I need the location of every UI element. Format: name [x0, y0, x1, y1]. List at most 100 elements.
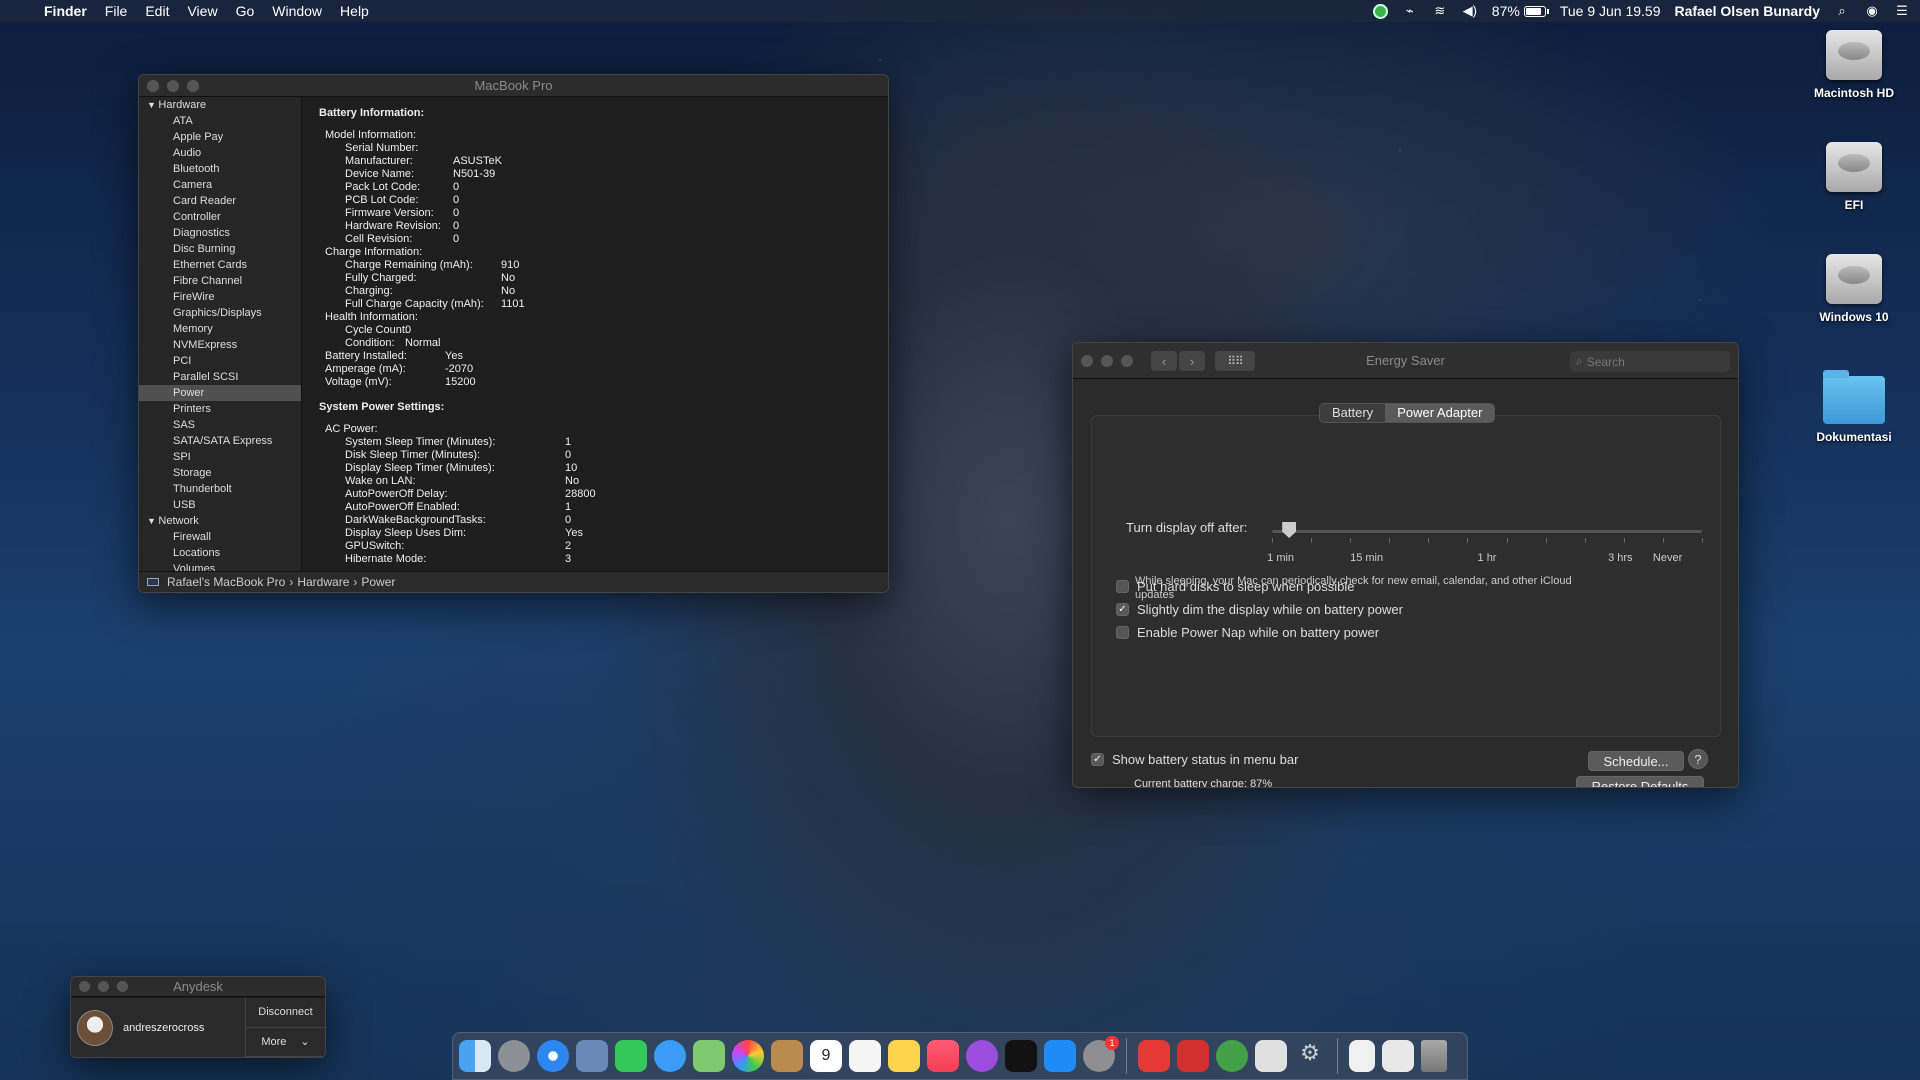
tab-battery[interactable]: Battery — [1320, 404, 1386, 422]
activity-monitor-icon[interactable] — [1216, 1040, 1248, 1072]
app-menu[interactable]: Finder — [44, 3, 87, 19]
sidebar-item-fibre-channel[interactable]: Fibre Channel — [139, 273, 301, 289]
safari-icon[interactable] — [537, 1040, 569, 1072]
siri-icon[interactable]: ◉ — [1864, 3, 1880, 19]
user-menu[interactable]: Rafael Olsen Bunardy — [1675, 3, 1821, 19]
search-field[interactable]: ⌕ Search — [1570, 351, 1730, 372]
restore-defaults-button[interactable]: Restore Defaults — [1576, 776, 1704, 787]
sidebar-item-thunderbolt[interactable]: Thunderbolt — [139, 481, 301, 497]
forward-button[interactable]: › — [1179, 351, 1205, 371]
schedule-button[interactable]: Schedule... — [1588, 751, 1684, 771]
sidebar-item-storage[interactable]: Storage — [139, 465, 301, 481]
sidebar-item-locations[interactable]: Locations — [139, 545, 301, 561]
screenshot-icon[interactable] — [1382, 1040, 1414, 1072]
anydesk-status-icon[interactable] — [1372, 3, 1388, 19]
sidebar-item-disc-burning[interactable]: Disc Burning — [139, 241, 301, 257]
volume-icon[interactable]: ◀) — [1462, 3, 1478, 19]
show-all-grid-icon[interactable]: ⠿⠿ — [1215, 351, 1255, 371]
path-item-power[interactable]: Power — [361, 575, 395, 589]
system-preferences-icon[interactable]: 1 — [1083, 1036, 1119, 1072]
menu-go[interactable]: Go — [236, 3, 255, 19]
menu-window[interactable]: Window — [272, 3, 322, 19]
checkbox[interactable]: ✓ — [1091, 753, 1104, 766]
display-sleep-slider-track[interactable] — [1272, 530, 1702, 533]
sidebar-item-memory[interactable]: Memory — [139, 321, 301, 337]
mail-icon[interactable] — [576, 1040, 608, 1072]
desktop-icon-windows-10[interactable]: Windows 10 — [1794, 254, 1914, 324]
launchpad-icon[interactable] — [498, 1040, 530, 1072]
facetime-icon[interactable] — [615, 1040, 647, 1072]
desktop-icon-efi[interactable]: EFI — [1794, 142, 1914, 212]
sidebar-item-graphics-displays[interactable]: Graphics/Displays — [139, 305, 301, 321]
sidebar-item-camera[interactable]: Camera — [139, 177, 301, 193]
notes-icon[interactable] — [888, 1040, 920, 1072]
sidebar-item-sata-sata-express[interactable]: SATA/SATA Express — [139, 433, 301, 449]
sidebar-item-ethernet-cards[interactable]: Ethernet Cards — [139, 257, 301, 273]
wifi-icon[interactable]: ≋ — [1432, 3, 1448, 19]
spotlight-search-icon[interactable]: ⌕ — [1834, 3, 1850, 19]
photos-icon[interactable] — [732, 1040, 764, 1072]
app-store-icon[interactable] — [1044, 1040, 1076, 1072]
window-titlebar[interactable]: Anydesk — [71, 977, 325, 997]
menu-help[interactable]: Help — [340, 3, 369, 19]
trash-icon[interactable] — [1421, 1040, 1447, 1072]
option-power-nap[interactable]: Enable Power Nap while on battery power — [1116, 625, 1379, 640]
sidebar-group-hardware[interactable]: Hardware — [139, 97, 301, 113]
desktop-icon-macintosh-hd[interactable]: Macintosh HD — [1794, 30, 1914, 100]
sidebar-item-sas[interactable]: SAS — [139, 417, 301, 433]
more-button[interactable]: More ⌄ — [246, 1028, 325, 1057]
sidebar-item-parallel-scsi[interactable]: Parallel SCSI — [139, 369, 301, 385]
sidebar-item-nvmexpress[interactable]: NVMExpress — [139, 337, 301, 353]
checkbox[interactable]: ✓ — [1116, 603, 1129, 616]
menu-file[interactable]: File — [105, 3, 128, 19]
clock[interactable]: Tue 9 Jun 19.59 — [1560, 3, 1661, 19]
window-titlebar[interactable]: ‹ › ⠿⠿ Energy Saver ⌕ Search — [1073, 343, 1738, 379]
back-button[interactable]: ‹ — [1151, 351, 1177, 371]
close-button[interactable] — [147, 80, 159, 92]
close-button[interactable] — [1081, 355, 1093, 367]
zoom-button[interactable] — [1121, 355, 1133, 367]
sidebar-item-usb[interactable]: USB — [139, 497, 301, 513]
sidebar-item-pci[interactable]: PCI — [139, 353, 301, 369]
minimize-button[interactable] — [98, 981, 109, 992]
activity-icon[interactable]: ⌁ — [1402, 3, 1418, 19]
close-button[interactable] — [79, 981, 90, 992]
menu-edit[interactable]: Edit — [145, 3, 169, 19]
battery-menu[interactable]: 87% — [1492, 3, 1549, 19]
zoom-button[interactable] — [117, 981, 128, 992]
preview-icon[interactable] — [1255, 1040, 1287, 1072]
anydesk-session-icon[interactable] — [1177, 1040, 1209, 1072]
tab-power-adapter[interactable]: Power Adapter — [1385, 404, 1495, 422]
minimize-button[interactable] — [167, 80, 179, 92]
sidebar-item-spi[interactable]: SPI — [139, 449, 301, 465]
zoom-button[interactable] — [187, 80, 199, 92]
automator-icon[interactable]: ⚙ — [1294, 1040, 1326, 1072]
desktop-icon-dokumentasi[interactable]: Dokumentasi — [1794, 370, 1914, 444]
menu-view[interactable]: View — [187, 3, 217, 19]
sidebar-item-ata[interactable]: ATA — [139, 113, 301, 129]
sidebar-item-audio[interactable]: Audio — [139, 145, 301, 161]
anydesk-icon[interactable] — [1138, 1040, 1170, 1072]
music-icon[interactable] — [927, 1040, 959, 1072]
maps-icon[interactable] — [693, 1040, 725, 1072]
sidebar-item-firewire[interactable]: FireWire — [139, 289, 301, 305]
sidebar-item-power[interactable]: Power — [139, 385, 301, 401]
contacts-icon[interactable] — [771, 1040, 803, 1072]
sidebar-group-network[interactable]: Network — [139, 513, 301, 529]
sidebar-item-bluetooth[interactable]: Bluetooth — [139, 161, 301, 177]
path-item-hardware[interactable]: Hardware — [297, 575, 349, 589]
sidebar-item-firewall[interactable]: Firewall — [139, 529, 301, 545]
option-show-battery-status[interactable]: ✓ Show battery status in menu bar — [1091, 752, 1298, 767]
apple-tv-icon[interactable] — [1005, 1040, 1037, 1072]
sidebar-item-printers[interactable]: Printers — [139, 401, 301, 417]
sidebar-item-apple-pay[interactable]: Apple Pay — [139, 129, 301, 145]
window-titlebar[interactable]: MacBook Pro — [139, 75, 888, 97]
display-sleep-slider-knob[interactable] — [1282, 522, 1297, 538]
finder-icon[interactable] — [459, 1040, 491, 1072]
podcasts-icon[interactable] — [966, 1040, 998, 1072]
sidebar-item-card-reader[interactable]: Card Reader — [139, 193, 301, 209]
messages-icon[interactable] — [654, 1040, 686, 1072]
sidebar-item-controller[interactable]: Controller — [139, 209, 301, 225]
disconnect-button[interactable]: Disconnect — [246, 998, 325, 1028]
path-item-computer[interactable]: Rafael's MacBook Pro — [167, 575, 285, 589]
